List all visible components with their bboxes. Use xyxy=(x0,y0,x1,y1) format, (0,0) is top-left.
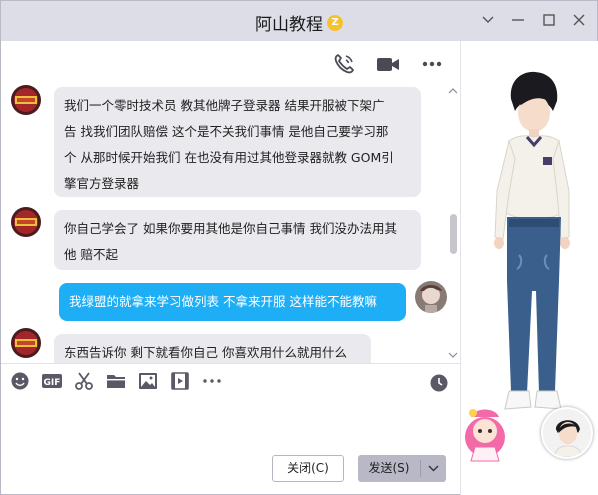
my-avatar[interactable] xyxy=(415,281,447,313)
scroll-down-arrow[interactable] xyxy=(448,351,458,359)
phone-icon[interactable] xyxy=(331,51,357,81)
scissors-icon[interactable] xyxy=(73,370,95,396)
chevron-down-icon[interactable] xyxy=(477,9,499,31)
message-line: 我们一个零时技术员 教其他牌子登录器 结果开服被下架广 xyxy=(64,98,385,113)
message-line: 个 从那时候开始我们 在也没有用过其他登录器就教 GOM引 xyxy=(64,150,394,165)
send-options-chevron-icon[interactable] xyxy=(421,455,446,482)
input-toolbar: GIF xyxy=(9,371,223,395)
message-list[interactable]: 我们一个零时技术员 教其他牌子登录器 结果开服被下架广 告 找我们团队赔偿 这个… xyxy=(1,81,461,363)
folder-icon[interactable] xyxy=(105,370,127,396)
message-line: 擎官方登录器 xyxy=(64,176,140,191)
avatar[interactable] xyxy=(11,207,41,237)
video-clip-icon[interactable] xyxy=(169,370,191,396)
minimize-button[interactable] xyxy=(507,9,529,31)
chat-window: 阿山教程 Z 我们一个零时技术员 教其他牌子登录器 结果开服被下架广 告 找我们… xyxy=(0,0,598,495)
close-button[interactable]: 关闭(C) xyxy=(272,455,344,482)
clock-icon[interactable] xyxy=(429,373,449,393)
more-icon[interactable] xyxy=(419,51,445,81)
avatar[interactable] xyxy=(11,328,41,358)
emoji-icon[interactable] xyxy=(9,370,31,396)
maximize-button[interactable] xyxy=(538,9,560,31)
gif-icon[interactable]: GIF xyxy=(41,370,63,396)
message-line: 东西告诉你 剩下就看你自己 你喜欢用什么就用什么 xyxy=(64,345,347,360)
message-line: 你自己学会了 如果你要用其他是你自己事情 我们没办法用其 xyxy=(64,221,397,236)
more-icon[interactable] xyxy=(201,370,223,396)
title-bar[interactable]: 阿山教程 Z xyxy=(1,1,597,41)
message-bubble: 你自己学会了 如果你要用其他是你自己事情 我们没办法用其 他 赔不起 xyxy=(54,210,421,270)
send-label[interactable]: 发送(S) xyxy=(358,455,420,482)
message-line: 我绿盟的就拿来学习做列表 不拿来开服 这样能不能教嘛 xyxy=(69,294,377,309)
close-window-button[interactable] xyxy=(568,9,590,31)
vip-badge-icon: Z xyxy=(327,14,343,31)
contact-name: 阿山教程 xyxy=(255,15,323,35)
message-bubble: 我们一个零时技术员 教其他牌子登录器 结果开服被下架广 告 找我们团队赔偿 这个… xyxy=(54,87,421,197)
video-icon[interactable] xyxy=(375,51,401,81)
message-line: 告 找我们团队赔偿 这个是不关我们事情 是他自己要学习那 xyxy=(64,124,389,139)
message-line: 他 赔不起 xyxy=(64,247,118,262)
message-bubble-outgoing: 我绿盟的就拿来学习做列表 不拿来开服 这样能不能教嘛 xyxy=(59,283,406,321)
scrollbar-thumb[interactable] xyxy=(450,214,457,254)
message-bubble: 东西告诉你 剩下就看你自己 你喜欢用什么就用什么 xyxy=(54,334,371,363)
side-avatar[interactable] xyxy=(541,407,593,459)
call-toolbar xyxy=(331,53,445,79)
avatar[interactable] xyxy=(11,85,41,115)
divider xyxy=(1,363,461,364)
scroll-up-arrow[interactable] xyxy=(448,87,458,95)
image-icon[interactable] xyxy=(137,370,159,396)
send-button[interactable]: 发送(S) xyxy=(358,455,446,482)
gif-label: GIF xyxy=(44,378,61,388)
